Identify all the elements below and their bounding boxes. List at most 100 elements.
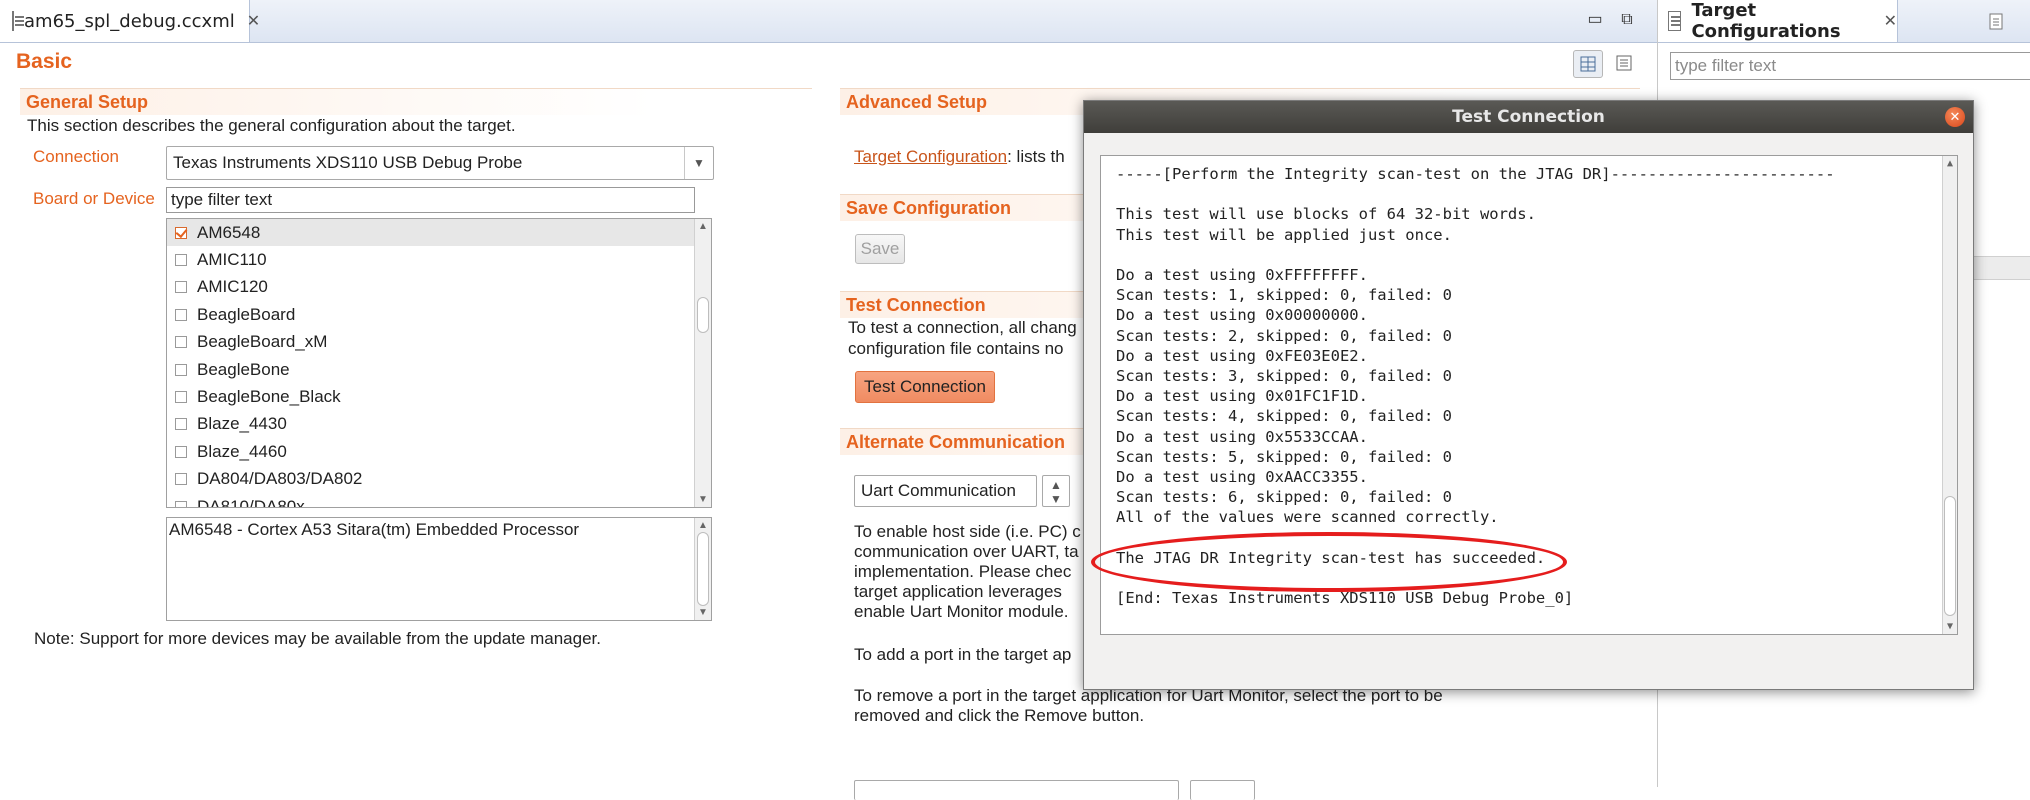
port-action-button[interactable]: [1190, 780, 1255, 800]
list-item[interactable]: AMIC110: [167, 246, 697, 273]
console-line: This test will be applied just once.: [1116, 225, 1452, 244]
list-item[interactable]: AMIC120: [167, 274, 697, 301]
list-item[interactable]: BeagleBoard_xM: [167, 329, 697, 356]
scroll-thumb[interactable]: [697, 532, 709, 606]
list-item[interactable]: BeagleBoard: [167, 301, 697, 328]
para1-line: communication over UART, ta: [854, 542, 1079, 561]
spinner-arrows-icon[interactable]: ▲ ▼: [1042, 475, 1070, 507]
target-configurations-tab-bar: Target Configurations ✕: [1658, 0, 2030, 43]
source-view-icon[interactable]: [1610, 50, 1640, 78]
alternate-communication-para1: To enable host side (i.e. PC) c communic…: [854, 522, 1081, 622]
minimize-icon[interactable]: ▭: [1582, 8, 1608, 32]
device-checkbox[interactable]: [175, 418, 187, 431]
design-view-icon[interactable]: [1573, 50, 1603, 78]
console-scrollbar[interactable]: ▲ ▼: [1942, 156, 1957, 634]
console-line: -----[Perform the Integrity scan-test on…: [1116, 165, 1835, 183]
test-connection-desc-2: configuration file contains no: [848, 339, 1064, 358]
device-label: BeagleBoard: [197, 304, 296, 324]
communication-type-select[interactable]: Uart Communication: [854, 475, 1037, 507]
console-line: Do a test using 0xFE03E0E2.: [1116, 346, 1368, 365]
scroll-thumb[interactable]: [1944, 496, 1956, 616]
scroll-up-icon[interactable]: ▲: [695, 520, 711, 531]
editor-tab[interactable]: am65_spl_debug.ccxml ✕: [0, 0, 260, 42]
device-checkbox[interactable]: [175, 226, 187, 239]
save-button[interactable]: Save: [855, 234, 905, 264]
scroll-down-icon[interactable]: ▼: [695, 494, 711, 505]
device-list-scrollbar[interactable]: ▲ ▼: [694, 219, 711, 507]
target-configuration-link[interactable]: Target Configuration: [854, 147, 1007, 166]
device-checkbox[interactable]: [175, 281, 187, 294]
device-filter-input[interactable]: type filter text: [166, 187, 695, 213]
console-line: Scan tests: 4, skipped: 0, failed: 0: [1116, 407, 1452, 426]
list-item[interactable]: BeagleBone: [167, 356, 697, 383]
target-config-filter-placeholder: type filter text: [1675, 56, 1777, 75]
device-checkbox[interactable]: [175, 336, 187, 349]
port-table[interactable]: [854, 780, 1179, 800]
close-icon[interactable]: ✕: [247, 11, 260, 31]
dialog-titlebar[interactable]: Test Connection ✕: [1084, 101, 1973, 133]
view-menu-icon[interactable]: [1988, 12, 2006, 32]
para3-line: removed and click the Remove button.: [854, 706, 1145, 725]
scroll-up-icon[interactable]: ▲: [695, 221, 711, 232]
console-line: Do a test using 0xAACC3355.: [1116, 468, 1368, 486]
device-list[interactable]: AM6548 AMIC110 AMIC120 BeagleBoard BeagleBoa…: [166, 218, 712, 508]
device-label: BeagleBone_Black: [197, 386, 341, 406]
device-checkbox[interactable]: [175, 445, 187, 458]
list-item[interactable]: Blaze_4430: [167, 411, 697, 438]
device-label: AM6548: [197, 222, 261, 242]
scroll-thumb[interactable]: [697, 297, 709, 333]
console-line: Scan tests: 1, skipped: 0, failed: 0: [1116, 286, 1452, 305]
device-label: BeagleBoard_xM: [197, 332, 328, 352]
device-checkbox[interactable]: [175, 363, 187, 376]
board-or-device-label: Board or Device: [33, 189, 155, 208]
page-title: Basic: [16, 50, 73, 73]
update-manager-note: Note: Support for more devices may be av…: [34, 629, 601, 648]
device-checkbox[interactable]: [175, 308, 187, 321]
connection-select[interactable]: Texas Instruments XDS110 USB Debug Probe…: [166, 146, 714, 180]
device-checkbox[interactable]: [175, 473, 187, 486]
device-label: Blaze_4460: [197, 441, 287, 461]
alternate-communication-para3: To remove a port in the target applicati…: [854, 686, 1443, 726]
connection-label: Connection: [33, 147, 120, 166]
console-line: Do a test using 0x5533CCAA.: [1116, 427, 1368, 446]
scroll-down-icon[interactable]: ▼: [1943, 621, 1957, 632]
restore-icon[interactable]: ⧉: [1614, 8, 1640, 32]
list-item[interactable]: DA804/DA803/DA802: [167, 466, 697, 493]
general-setup-title: General Setup: [26, 92, 149, 112]
list-item[interactable]: Blaze_4460: [167, 438, 697, 465]
description-scrollbar[interactable]: ▲ ▼: [694, 518, 711, 620]
list-item[interactable]: BeagleBone_Black: [167, 383, 697, 410]
general-setup-header: General Setup: [20, 88, 812, 115]
editor-tab-bar: am65_spl_debug.ccxml ✕ ▭ ⧉: [0, 0, 1657, 43]
device-label: DA804/DA803/DA802: [197, 469, 363, 489]
close-icon[interactable]: ✕: [1884, 11, 1897, 31]
success-highlight-ellipse: [1091, 532, 1567, 592]
console-line: Scan tests: 6, skipped: 0, failed: 0: [1116, 488, 1452, 507]
console-line: Do a test using 0x00000000.: [1116, 306, 1368, 325]
target-config-filter-input[interactable]: type filter text: [1670, 52, 2030, 80]
console-output[interactable]: -----[Perform the Integrity scan-test on…: [1091, 155, 1958, 635]
list-item[interactable]: DA810/DA80x: [167, 493, 697, 508]
chevron-down-icon[interactable]: ▼: [684, 147, 713, 179]
device-label: AMIC110: [197, 249, 267, 269]
list-item[interactable]: AM6548: [167, 219, 697, 246]
device-checkbox[interactable]: [175, 500, 187, 507]
device-checkbox[interactable]: [175, 390, 187, 403]
close-icon[interactable]: ✕: [1945, 107, 1965, 127]
target-configurations-tab[interactable]: Target Configurations ✕: [1658, 0, 1898, 42]
test-connection-desc-1: To test a connection, all chang: [848, 318, 1077, 337]
device-label: DA810/DA80x: [197, 496, 305, 508]
test-connection-dialog: Test Connection ✕ -----[Perform the Inte…: [1083, 100, 1974, 690]
device-label: Blaze_4430: [197, 414, 287, 434]
target-config-icon: [1668, 11, 1682, 31]
scroll-up-icon[interactable]: ▲: [1943, 158, 1957, 169]
general-setup-description: This section describes the general confi…: [27, 116, 516, 135]
device-description-text: AM6548 - Cortex A53 Sitara(tm) Embedded …: [169, 520, 580, 539]
ccxml-file-icon: [12, 11, 24, 31]
para1-line: implementation. Please chec: [854, 562, 1072, 581]
scroll-down-icon[interactable]: ▼: [695, 607, 711, 618]
dialog-title: Test Connection: [1452, 107, 1605, 127]
test-connection-button[interactable]: Test Connection: [855, 371, 995, 403]
console-line: Do a test using 0x01FC1F1D.: [1116, 387, 1368, 406]
device-checkbox[interactable]: [175, 253, 187, 266]
